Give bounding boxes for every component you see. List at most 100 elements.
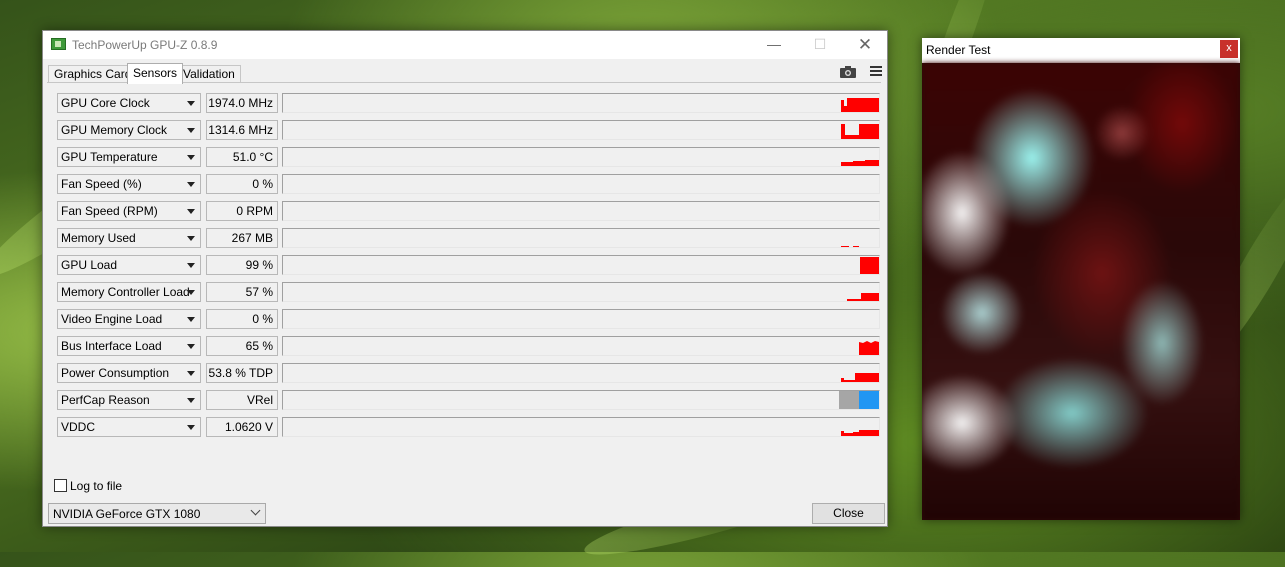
sensor-graph xyxy=(282,228,880,248)
sensor-sparkline xyxy=(841,373,879,382)
dropdown-arrow-icon xyxy=(187,182,195,187)
gpu-select-value: NVIDIA GeForce GTX 1080 xyxy=(53,507,201,521)
sensor-name-dropdown[interactable]: Memory Controller Load xyxy=(57,282,201,302)
sensor-graph xyxy=(282,390,880,410)
sensor-graph xyxy=(282,417,880,437)
sensor-name-label: Video Engine Load xyxy=(61,312,163,326)
sensor-row: PerfCap Reason VRel xyxy=(57,390,880,410)
sparkline-area xyxy=(841,373,879,382)
render-window-title: Render Test xyxy=(926,43,991,57)
sensor-name-dropdown[interactable]: GPU Load xyxy=(57,255,201,275)
sensor-value: 0 % xyxy=(206,174,278,194)
sensor-value: VRel xyxy=(206,390,278,410)
sensor-sparkline xyxy=(847,293,879,301)
sensor-sparkline xyxy=(841,430,879,436)
sensor-value: 99 % xyxy=(206,255,278,275)
sensor-name-dropdown[interactable]: PerfCap Reason xyxy=(57,390,201,410)
sensor-sparkline xyxy=(841,160,879,166)
minimize-button[interactable]: — xyxy=(752,31,796,59)
tab-validation[interactable]: Validation xyxy=(177,65,241,83)
maximize-button[interactable]: ☐ xyxy=(798,31,842,59)
sensor-value-text: 65 % xyxy=(245,339,273,353)
sensor-sparkline xyxy=(841,98,879,112)
sensor-value: 267 MB xyxy=(206,228,278,248)
dropdown-arrow-icon xyxy=(187,398,195,403)
sensor-row: Fan Speed (RPM) 0 RPM xyxy=(57,201,880,221)
sensor-value-text: 1974.0 MHz xyxy=(208,96,273,110)
window-title: TechPowerUp GPU-Z 0.8.9 xyxy=(72,38,218,52)
sensor-row: GPU Temperature 51.0 °C xyxy=(57,147,880,167)
sensor-sparkline xyxy=(841,246,859,247)
close-window-button[interactable]: ✕ xyxy=(843,31,887,59)
sensor-graph xyxy=(282,174,880,194)
sensor-name-label: Memory Used xyxy=(61,231,136,245)
sensor-row: Video Engine Load 0 % xyxy=(57,309,880,329)
sparkline-area xyxy=(860,257,879,274)
dropdown-arrow-icon xyxy=(187,209,195,214)
sensor-value: 65 % xyxy=(206,336,278,356)
gpu-select-dropdown[interactable]: NVIDIA GeForce GTX 1080 xyxy=(48,503,266,524)
log-to-file-label: Log to file xyxy=(70,479,123,493)
sensor-value: 1974.0 MHz xyxy=(206,93,278,113)
sensor-row: VDDC 1.0620 V xyxy=(57,417,880,437)
render-title-bar[interactable]: Render Test x xyxy=(922,38,1240,63)
sensor-graph xyxy=(282,147,880,167)
sensor-name-dropdown[interactable]: Fan Speed (RPM) xyxy=(57,201,201,221)
sensor-value-text: 0 RPM xyxy=(236,204,273,218)
sensor-sparkline xyxy=(841,124,879,139)
sensor-graph xyxy=(282,282,880,302)
sensor-value: 57 % xyxy=(206,282,278,302)
sensor-value-text: 99 % xyxy=(245,258,273,272)
close-button[interactable]: Close xyxy=(812,503,885,524)
sensor-name-dropdown[interactable]: GPU Temperature xyxy=(57,147,201,167)
sparkline-area xyxy=(847,293,879,301)
sensor-name-label: Power Consumption xyxy=(61,366,170,380)
camera-icon[interactable] xyxy=(840,66,856,78)
sensor-name-dropdown[interactable]: GPU Memory Clock xyxy=(57,120,201,140)
chevron-down-icon xyxy=(250,505,261,516)
dropdown-arrow-icon xyxy=(187,371,195,376)
gpuz-app-icon xyxy=(51,38,66,50)
gpuz-window: TechPowerUp GPU-Z 0.8.9 — ☐ ✕ Graphics C… xyxy=(42,30,888,527)
hamburger-menu-icon[interactable] xyxy=(870,66,882,77)
tab-graphics-card[interactable]: Graphics Card xyxy=(48,65,138,83)
sparkline-area xyxy=(841,98,879,112)
render-canvas xyxy=(922,63,1240,520)
sensor-name-dropdown[interactable]: Bus Interface Load xyxy=(57,336,201,356)
render-close-button[interactable]: x xyxy=(1220,40,1238,58)
sensor-name-dropdown[interactable]: GPU Core Clock xyxy=(57,93,201,113)
sensor-name-dropdown[interactable]: Memory Used xyxy=(57,228,201,248)
sensor-value-text: VRel xyxy=(246,393,273,407)
sensor-value-text: 1314.6 MHz xyxy=(208,123,273,137)
sensor-value-text: 1.0620 V xyxy=(224,420,273,434)
sensor-name-label: Memory Controller Load xyxy=(61,285,190,299)
dropdown-arrow-icon xyxy=(187,236,195,241)
dropdown-arrow-icon xyxy=(187,344,195,349)
tab-sensors[interactable]: Sensors xyxy=(127,63,184,84)
dropdown-arrow-icon xyxy=(187,290,195,295)
sparkline-area xyxy=(841,160,879,166)
sensor-name-dropdown[interactable]: Fan Speed (%) xyxy=(57,174,201,194)
log-to-file-checkbox[interactable] xyxy=(54,479,67,492)
sensor-name-label: Fan Speed (RPM) xyxy=(61,204,158,218)
sensor-graph xyxy=(282,93,880,113)
sensor-value: 53.8 % TDP xyxy=(206,363,278,383)
sensor-value: 51.0 °C xyxy=(206,147,278,167)
sensor-sparkline xyxy=(839,391,879,409)
sensor-name-label: VDDC xyxy=(61,420,96,434)
sensor-name-dropdown[interactable]: Video Engine Load xyxy=(57,309,201,329)
dropdown-arrow-icon xyxy=(187,128,195,133)
sensor-row: Bus Interface Load 65 % xyxy=(57,336,880,356)
sensor-name-dropdown[interactable]: VDDC xyxy=(57,417,201,437)
sensor-value: 1314.6 MHz xyxy=(206,120,278,140)
title-bar[interactable]: TechPowerUp GPU-Z 0.8.9 — ☐ ✕ xyxy=(43,31,887,59)
sensor-name-dropdown[interactable]: Power Consumption xyxy=(57,363,201,383)
sensor-row: Memory Controller Load 57 % xyxy=(57,282,880,302)
sensor-row: Fan Speed (%) 0 % xyxy=(57,174,880,194)
sensor-row: GPU Core Clock 1974.0 MHz xyxy=(57,93,880,113)
sensor-name-label: GPU Load xyxy=(61,258,118,272)
sensor-value-text: 0 % xyxy=(252,312,273,326)
sensor-graph xyxy=(282,363,880,383)
dropdown-arrow-icon xyxy=(187,317,195,322)
sensor-value-text: 53.8 % TDP xyxy=(208,366,273,380)
